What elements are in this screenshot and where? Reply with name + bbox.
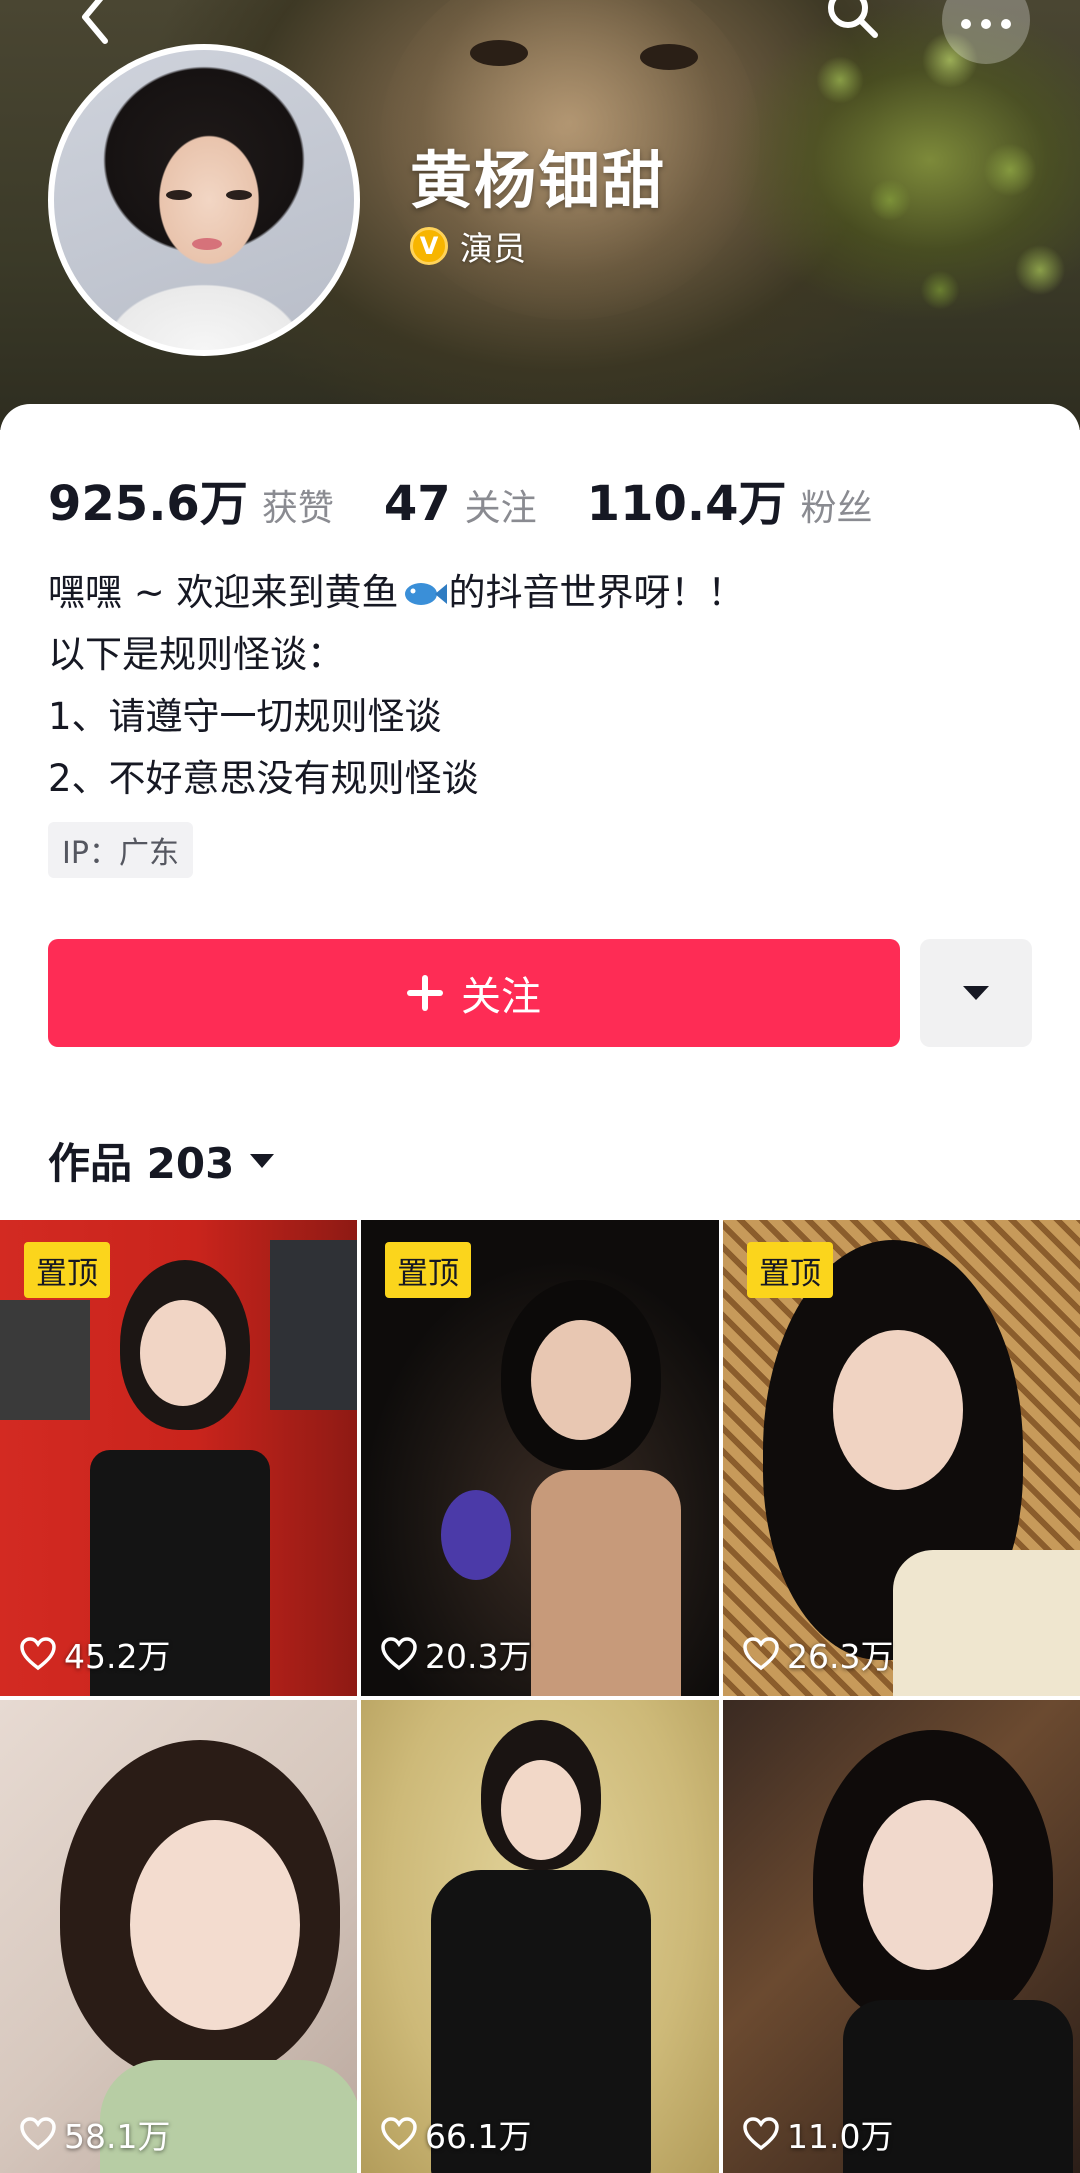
video-thumbnail-detail xyxy=(531,1320,631,1440)
search-icon xyxy=(828,0,878,38)
follow-button-label: 关注 xyxy=(461,974,541,1020)
profile-card: 925.6万 获赞 47 关注 110.4万 粉丝 嘿嘿 ~ 欢迎来到黄鱼 的抖… xyxy=(0,404,1080,2173)
video-likes: 45.2万 xyxy=(20,1630,170,1678)
stat-label: 粉丝 xyxy=(800,488,873,529)
banner-photo-detail xyxy=(470,40,528,66)
likes-count: 20.3万 xyxy=(425,1637,532,1676)
avatar[interactable] xyxy=(48,44,360,356)
bio-line: 1、请遵守一切规则怪谈 xyxy=(48,695,442,738)
pinned-badge: 置顶 xyxy=(24,1242,110,1298)
likes-count: 26.3万 xyxy=(787,1637,894,1676)
heart-icon xyxy=(20,1637,56,1671)
stats-row: 925.6万 获赞 47 关注 110.4万 粉丝 xyxy=(48,464,923,534)
likes-count: 66.1万 xyxy=(425,2117,532,2156)
video-tile[interactable]: 置顶 45.2万 xyxy=(0,1220,357,1696)
banner-foliage xyxy=(780,0,1080,330)
stat-value: 47 xyxy=(383,476,451,532)
video-tile[interactable]: 66.1万 xyxy=(361,1700,719,2173)
video-tile[interactable]: 58.1万 xyxy=(0,1700,357,2173)
avatar-detail xyxy=(226,190,252,200)
verified-row: V 演员 xyxy=(410,222,526,270)
back-button[interactable] xyxy=(60,0,130,52)
stat-value: 925.6万 xyxy=(48,476,248,532)
bio-text: 的抖音世界呀！！ xyxy=(448,571,745,614)
verified-label: 演员 xyxy=(460,229,526,268)
video-thumbnail-detail xyxy=(833,1330,963,1490)
stat-label: 获赞 xyxy=(261,488,334,529)
recommend-dropdown-button[interactable] xyxy=(920,939,1032,1047)
video-likes: 26.3万 xyxy=(743,1630,893,1678)
video-likes: 66.1万 xyxy=(381,2110,531,2158)
video-tile[interactable]: 置顶 20.3万 xyxy=(361,1220,719,1696)
video-tile[interactable]: 11.0万 xyxy=(723,1700,1080,2173)
caret-down-icon xyxy=(250,1153,275,1168)
video-thumbnail-detail xyxy=(441,1490,511,1580)
stat-followers[interactable]: 110.4万 粉丝 xyxy=(587,464,873,534)
banner-photo-detail xyxy=(640,44,698,70)
search-button[interactable] xyxy=(818,0,888,48)
stat-likes[interactable]: 925.6万 获赞 xyxy=(48,464,334,534)
video-thumbnail-detail xyxy=(130,1820,300,2030)
fish-icon xyxy=(404,583,447,605)
likes-count: 45.2万 xyxy=(64,1637,171,1676)
pinned-badge: 置顶 xyxy=(385,1242,471,1298)
bio-line: 嘿嘿 ~ 欢迎来到黄鱼 的抖音世界呀！！ xyxy=(48,562,745,624)
ip-location-tag: IP：广东 xyxy=(48,822,193,878)
chevron-left-icon xyxy=(82,0,108,44)
avatar-detail xyxy=(166,190,192,200)
video-thumbnail-detail xyxy=(501,1760,581,1860)
verified-badge-icon: V xyxy=(410,227,448,265)
likes-count: 58.1万 xyxy=(64,2117,171,2156)
pinned-badge: 置顶 xyxy=(747,1242,833,1298)
stat-following[interactable]: 47 关注 xyxy=(384,476,537,532)
video-thumbnail-detail xyxy=(531,1470,681,1696)
heart-icon xyxy=(743,1637,779,1671)
stat-value: 110.4万 xyxy=(586,476,787,532)
more-dots-icon xyxy=(961,19,1011,29)
video-likes: 11.0万 xyxy=(743,2110,893,2158)
bio: 嘿嘿 ~ 欢迎来到黄鱼 的抖音世界呀！！ 以下是规则怪谈： 1、请遵守一切规则怪… xyxy=(48,562,745,810)
avatar-detail xyxy=(192,238,222,250)
follow-button[interactable]: 关注 xyxy=(48,939,900,1047)
video-grid: 置顶 45.2万 置顶 20.3万 置顶 26.3万 58.1万 66.1万 1… xyxy=(0,1220,1080,2173)
caret-down-icon xyxy=(963,986,989,1000)
heart-icon xyxy=(20,2117,56,2151)
bio-text: 嘿嘿 ~ 欢迎来到黄鱼 xyxy=(48,571,399,614)
bio-line: 以下是规则怪谈： xyxy=(48,633,344,676)
heart-icon xyxy=(743,2117,779,2151)
plus-icon xyxy=(407,975,443,1011)
tab-works[interactable]: 作品 203 xyxy=(48,1130,275,1191)
bio-line: 2、不好意思没有规则怪谈 xyxy=(48,757,479,800)
video-thumbnail-detail xyxy=(270,1240,357,1410)
video-thumbnail-detail xyxy=(140,1300,226,1406)
video-thumbnail-detail xyxy=(893,1550,1080,1696)
video-thumbnail-detail xyxy=(863,1800,993,1970)
heart-icon xyxy=(381,2117,417,2151)
likes-count: 11.0万 xyxy=(787,2117,894,2156)
video-thumbnail-detail xyxy=(0,1300,90,1420)
profile-banner: 黄杨钿甜 V 演员 xyxy=(0,0,1080,430)
video-tile[interactable]: 置顶 26.3万 xyxy=(723,1220,1080,1696)
profile-name: 黄杨钿甜 xyxy=(410,144,667,217)
video-likes: 20.3万 xyxy=(381,1630,531,1678)
tab-works-label: 作品 203 xyxy=(48,1139,235,1188)
stat-label: 关注 xyxy=(464,488,537,529)
video-likes: 58.1万 xyxy=(20,2110,170,2158)
heart-icon xyxy=(381,1637,417,1671)
